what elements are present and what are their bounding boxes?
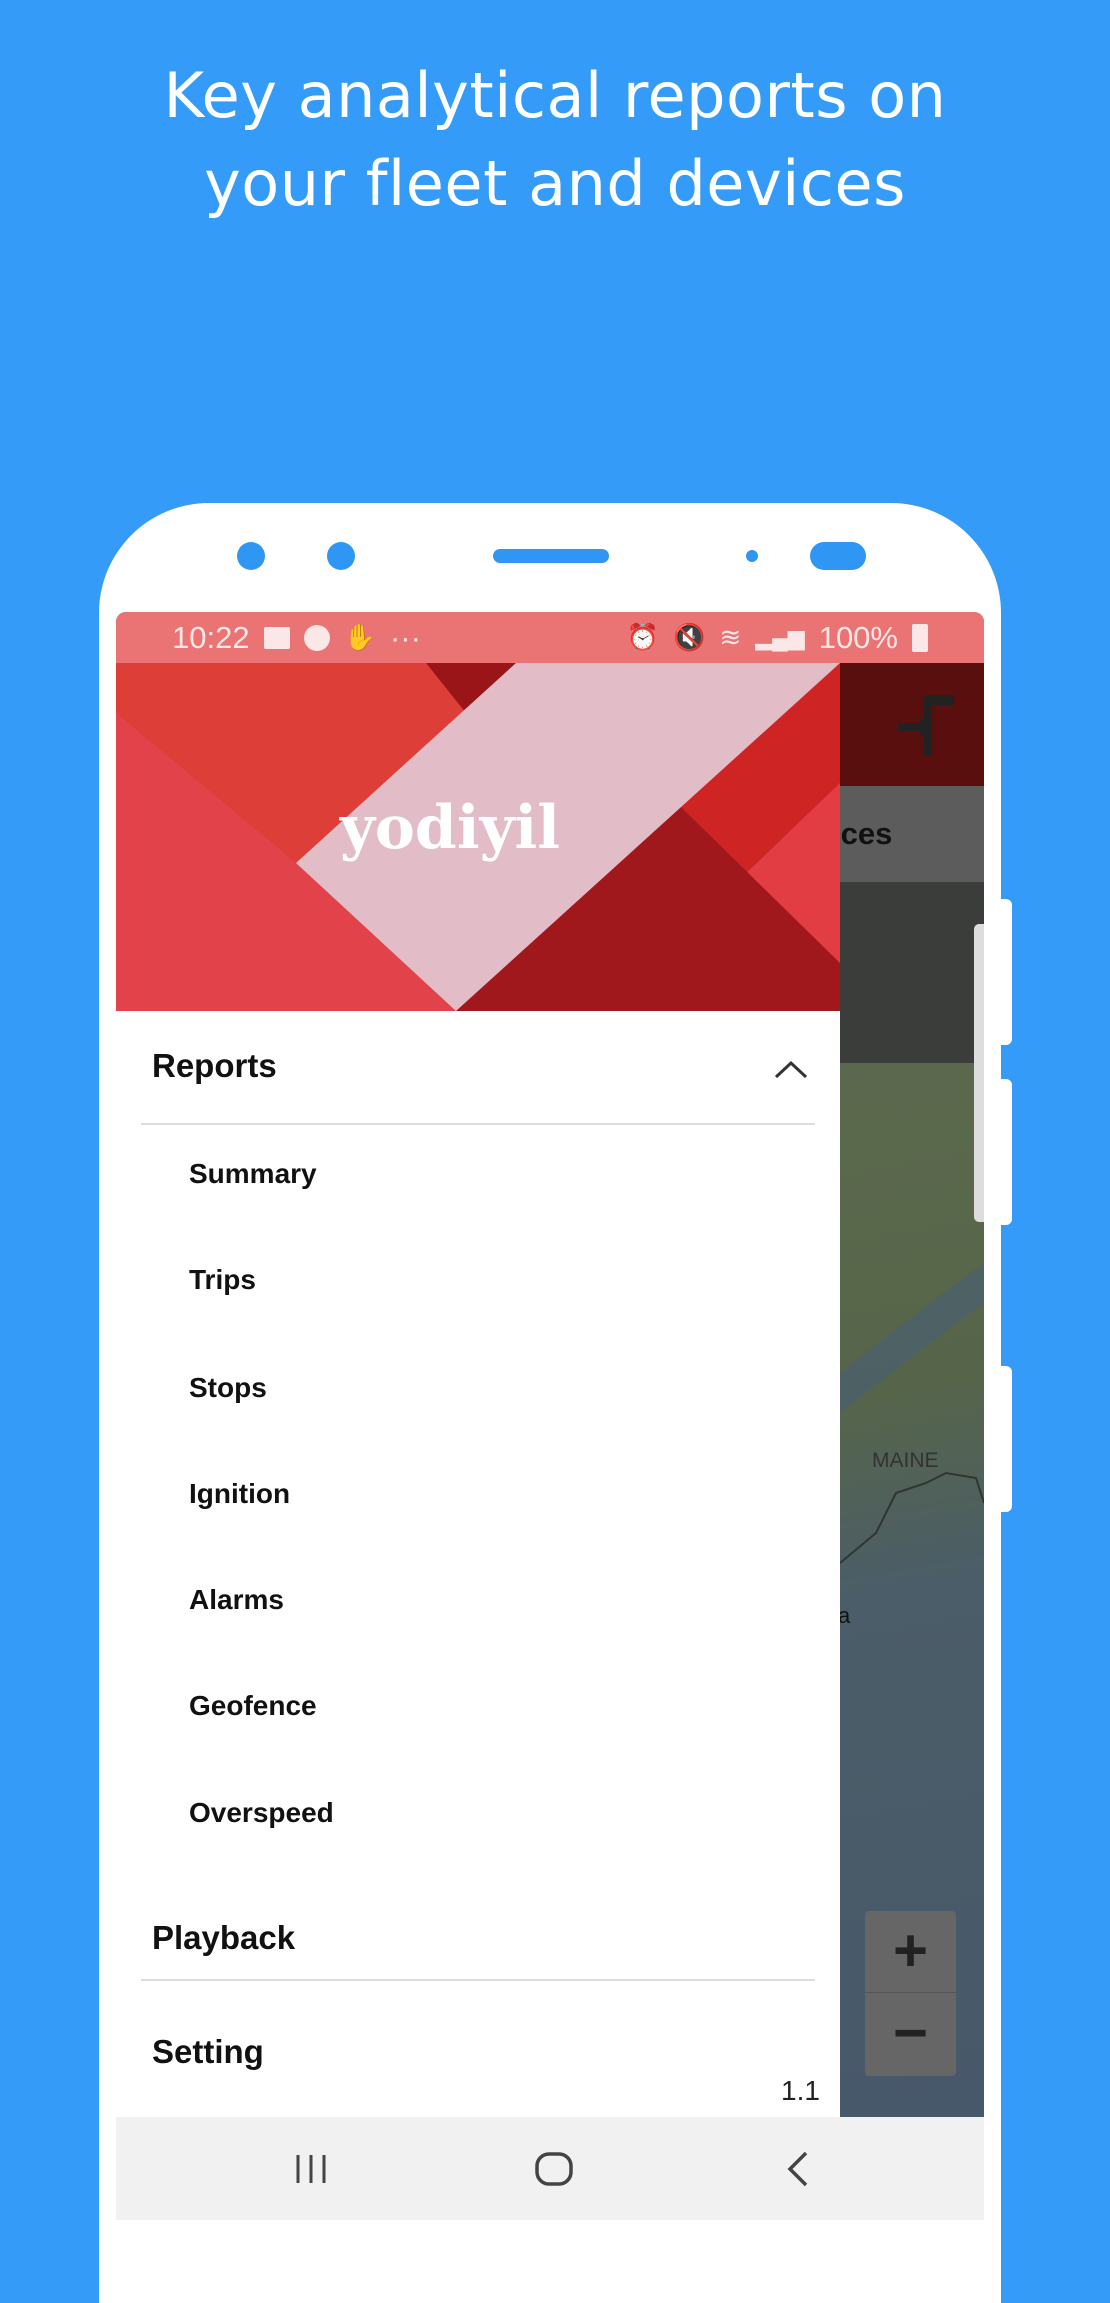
menu-label: Summary [189,1158,317,1189]
menu-report-stops[interactable]: Stops [189,1372,913,1404]
menu-label: Stops [189,1372,267,1403]
map-zoom-control: + − [865,1911,956,2076]
tab-label: ices [832,816,893,851]
menu-label: Ignition [189,1478,291,1509]
headline: Key analytical reports on your fleet and… [0,52,1110,228]
signal-icon: ▂▄▆ [755,624,805,650]
navigation-drawer: yodiyil Reports Summary Trips Stops Ignitio… [116,663,840,2117]
wifi-icon: ≋ [719,622,742,652]
menu-label: Playback [152,1919,296,1956]
divider [141,1979,815,1981]
status-bar: 10:22 ✋ ··· ⏰ 🔇 ≋ ▂▄▆ 100% [116,612,984,663]
sensor-icon [746,550,758,562]
battery-level: 100% [818,619,898,655]
screen: 10:22 ✋ ··· ⏰ 🔇 ≋ ▂▄▆ 100% ices MAINE a … [116,612,984,2220]
drawer-header: yodiyil [116,663,840,1011]
menu-label: Overspeed [189,1797,334,1828]
more-icon: ··· [389,619,421,655]
menu-report-geofence[interactable]: Geofence [189,1690,913,1722]
scrollbar[interactable] [974,924,984,1222]
app-icon [303,624,330,651]
divider [141,1123,815,1125]
image-icon [263,626,290,649]
menu-label: Reports [152,1047,277,1084]
headline-line-2: your fleet and devices [204,147,906,220]
brand-logo-text: yodiyil [340,793,561,863]
zoom-out-button[interactable]: − [865,1993,956,2075]
recent-apps-icon[interactable] [294,2153,328,2185]
home-icon[interactable] [534,2151,574,2187]
back-icon[interactable] [784,2151,810,2187]
menu-report-overspeed[interactable]: Overspeed [189,1797,913,1829]
menu-reports[interactable]: Reports [152,1047,876,1085]
menu-report-summary[interactable]: Summary [189,1158,913,1190]
sensor-icon [327,542,355,570]
menu-setting[interactable]: Setting [152,2033,876,2071]
status-time: 10:22 [172,619,250,655]
menu-label: Geofence [189,1690,317,1721]
menu-label: Trips [189,1264,256,1295]
phone-side-button [1001,899,1012,1045]
menu-label: Alarms [189,1584,284,1615]
headline-line-1: Key analytical reports on [163,59,947,132]
notification-icon: ✋ [343,622,376,652]
menu-label: Setting [152,2033,264,2070]
mute-icon: 🔇 [673,622,706,652]
speaker-icon [493,549,609,563]
alarm-icon: ⏰ [626,622,660,652]
map-label-maine: MAINE [872,1449,939,1472]
menu-report-trips[interactable]: Trips [189,1264,913,1296]
phone-side-button [1001,1079,1012,1225]
battery-icon [912,623,928,652]
menu-playback[interactable]: Playback [152,1919,876,1957]
logout-icon[interactable] [896,689,956,761]
camera-icon [237,542,265,570]
system-nav-bar [116,2117,984,2220]
menu-report-ignition[interactable]: Ignition [189,1478,913,1510]
phone-side-button [1001,1366,1012,1512]
chevron-up-icon[interactable] [774,1059,808,1079]
zoom-in-button[interactable]: + [865,1911,956,1993]
app-version: 1.1 [781,2075,820,2106]
menu-report-alarms[interactable]: Alarms [189,1584,913,1616]
iris-sensor-icon [810,542,866,570]
